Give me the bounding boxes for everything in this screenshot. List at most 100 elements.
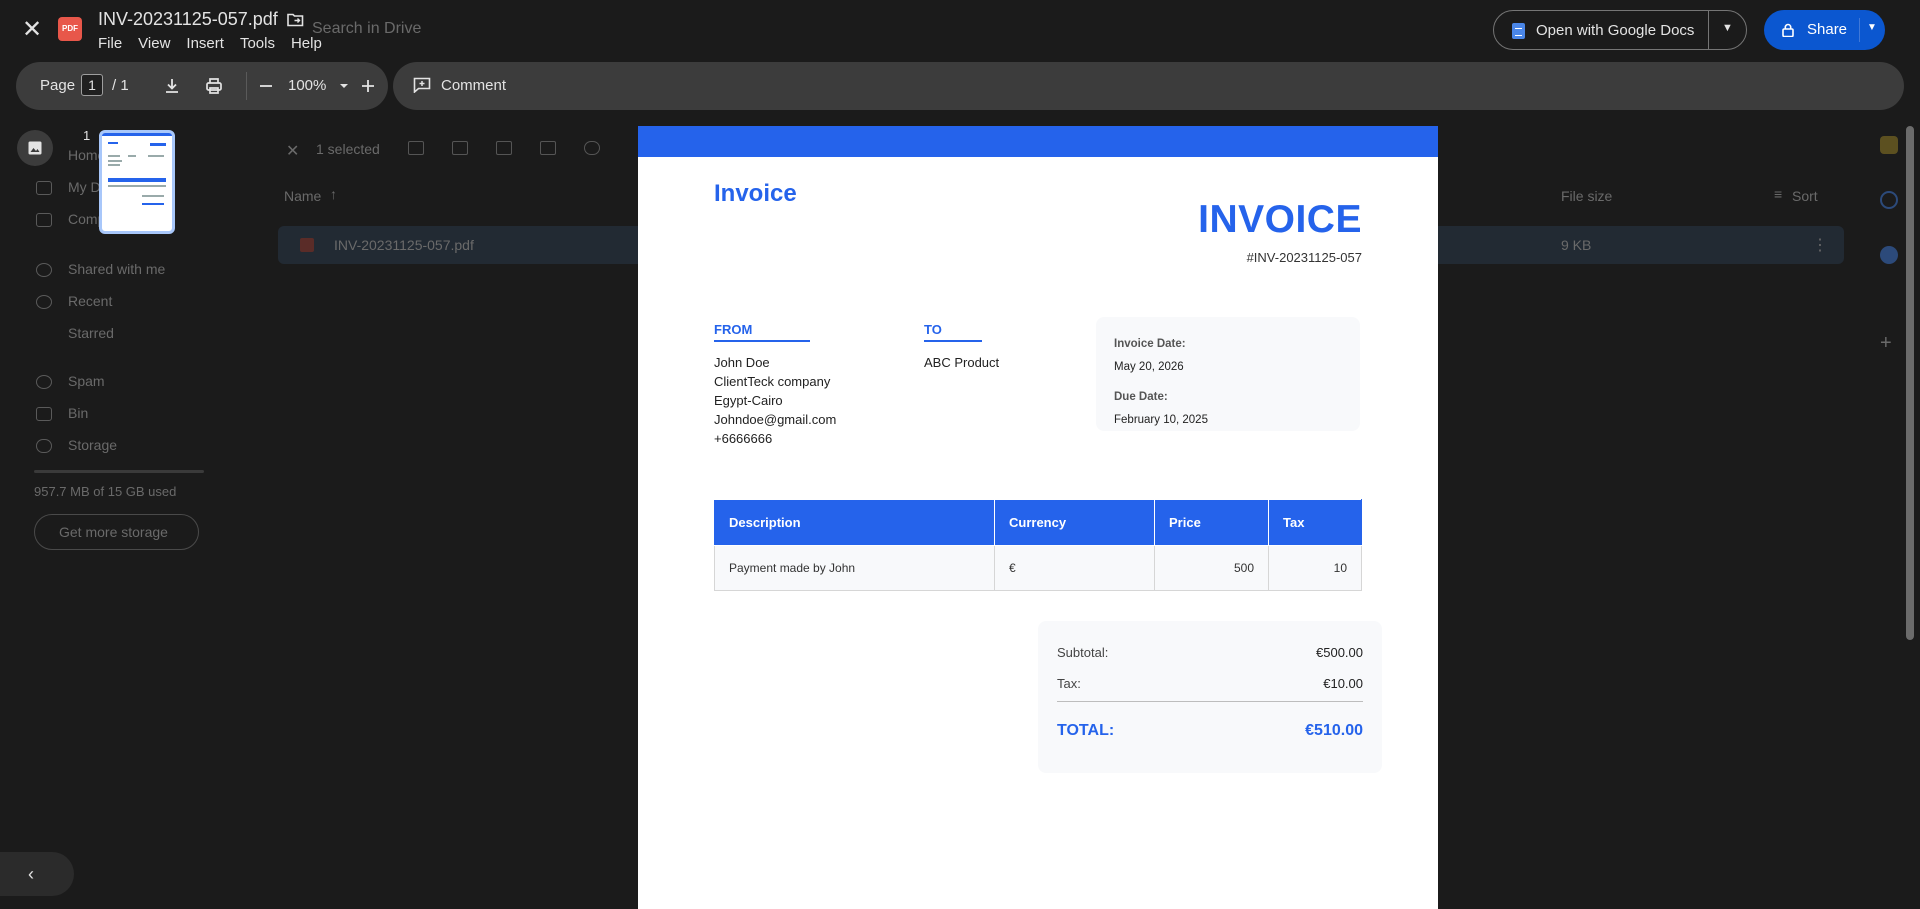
thumbnail-page-number: 1 <box>83 128 91 143</box>
tax-value: €10.00 <box>1323 676 1363 691</box>
drive-nav-spam: Spam <box>68 373 105 389</box>
drive-col-file-size: File size <box>1561 188 1613 204</box>
drive-nav-shared: Shared with me <box>68 261 166 277</box>
from-line: ClientTeck company <box>714 374 831 389</box>
menu-view[interactable]: View <box>138 35 170 52</box>
drive-contacts-icon <box>1880 246 1898 264</box>
to-address: ABC Product <box>924 353 999 372</box>
from-line: Egypt-Cairo <box>714 393 783 408</box>
menu-file[interactable]: File <box>98 35 122 52</box>
download-icon[interactable] <box>160 74 184 98</box>
viewer-topbar: ✕ PDF INV-20231125-057.pdf File View Ins… <box>0 0 1920 62</box>
comment-bar: Comment <box>393 62 1904 110</box>
add-comment-icon[interactable] <box>413 77 431 93</box>
thumbnail-line <box>142 203 164 205</box>
drive-col-name: Name <box>284 188 322 204</box>
total-label: TOTAL: <box>1057 722 1115 739</box>
drive-nav-storage: Storage <box>68 437 118 453</box>
dates-box: Invoice Date: May 20, 2026 Due Date: Feb… <box>1096 317 1360 431</box>
scrollbar-thumb[interactable] <box>1906 126 1914 640</box>
to-line: ABC Product <box>924 355 1000 370</box>
invoice-heading-small: Invoice <box>714 180 797 207</box>
open-with-divider <box>1708 11 1709 49</box>
drive-spam-icon <box>36 375 52 389</box>
document-title[interactable]: INV-20231125-057.pdf <box>98 9 278 30</box>
drive-sort-label: Sort <box>1792 188 1818 204</box>
image-icon <box>28 141 42 155</box>
drive-nav-bin: Bin <box>68 405 89 421</box>
invoice-number: #INV-20231125-057 <box>1246 250 1362 265</box>
totals-box: Subtotal: €500.00 Tax: €10.00 TOTAL: €51… <box>1038 621 1382 773</box>
to-heading: TO <box>924 322 982 342</box>
zoom-out-icon[interactable] <box>254 74 278 98</box>
drive-keep-icon <box>1880 136 1898 154</box>
drive-nav-recent: Recent <box>68 293 113 309</box>
move-to-folder-icon[interactable] <box>287 12 304 27</box>
open-with-label: Open with Google Docs <box>1536 22 1695 39</box>
open-with-google-docs-button[interactable]: Open with Google Docs ▼ <box>1493 10 1747 50</box>
share-dropdown-icon[interactable]: ▼ <box>1867 22 1877 33</box>
tax-label: Tax: <box>1057 676 1081 691</box>
page-number-input[interactable]: 1 <box>81 74 103 96</box>
thumbnail-line <box>142 195 164 197</box>
table-row: Payment made by John € 500 10 <box>714 545 1362 591</box>
thumbnail-line <box>108 155 120 157</box>
from-line: +6666666 <box>714 431 773 446</box>
collapse-panel-button[interactable]: ‹ <box>0 852 74 896</box>
thumbnails-toggle-button[interactable] <box>17 130 53 166</box>
page-label: Page <box>40 77 76 94</box>
thumbnail-line <box>108 185 166 187</box>
zoom-in-icon[interactable] <box>356 74 380 98</box>
total-value: €510.00 <box>1305 722 1363 739</box>
invoice-items-table: Description Currency Price Tax Payment m… <box>714 499 1362 591</box>
menu-insert[interactable]: Insert <box>186 35 224 52</box>
menu-tools[interactable]: Tools <box>240 35 275 52</box>
drive-row-more-icon: ⋮ <box>1812 237 1828 254</box>
from-heading: FROM <box>714 322 810 342</box>
close-viewer-button[interactable]: ✕ <box>14 14 50 46</box>
print-icon[interactable] <box>202 74 226 98</box>
zoom-level[interactable]: 100% <box>288 77 326 94</box>
drive-row-size: 9 KB <box>1561 237 1592 253</box>
page-thumbnail[interactable] <box>99 130 175 234</box>
header-currency: Currency <box>994 499 1155 546</box>
header-price: Price <box>1154 499 1269 546</box>
zoom-dropdown-icon[interactable] <box>332 74 356 98</box>
menu-help[interactable]: Help <box>291 35 322 52</box>
share-divider <box>1859 18 1860 42</box>
share-button[interactable]: Share ▼ <box>1764 10 1885 50</box>
invoice-date-label: Invoice Date: <box>1114 338 1186 350</box>
drive-row-name: INV-20231125-057.pdf <box>334 237 474 253</box>
drive-storage-bar <box>34 470 204 473</box>
pdf-page: Invoice INVOICE #INV-20231125-057 FROM J… <box>638 126 1438 909</box>
from-address: John Doe ClientTeck company Egypt-Cairo … <box>714 353 836 448</box>
open-with-dropdown-icon[interactable]: ▼ <box>1722 22 1733 34</box>
drive-clear-selection-icon: ✕ <box>286 143 300 160</box>
drive-tasks-icon <box>1880 191 1898 209</box>
cell-currency: € <box>994 545 1155 591</box>
due-date-label: Due Date: <box>1114 391 1168 403</box>
share-label: Share <box>1807 21 1848 38</box>
drive-bin-icon <box>36 407 52 421</box>
drive-shared-icon <box>36 263 52 277</box>
thumbnail-top-band <box>102 133 172 136</box>
drive-share-user-icon <box>408 141 424 155</box>
totals-divider <box>1057 701 1363 702</box>
cell-tax: 10 <box>1268 545 1362 591</box>
invoice-top-band <box>638 126 1438 157</box>
thumbnail-line <box>108 142 118 144</box>
lock-icon <box>1782 23 1794 37</box>
subtotal-value: €500.00 <box>1316 645 1363 660</box>
drive-download-icon <box>452 141 468 155</box>
drive-addon-plus-icon: + <box>1880 332 1892 354</box>
drive-nav-starred: Starred <box>68 325 114 341</box>
drive-row-pdf-icon <box>300 238 314 252</box>
thumbnail-line <box>150 143 166 146</box>
drive-link-icon <box>584 141 600 155</box>
menu-bar: File View Insert Tools Help <box>98 35 338 52</box>
drive-trash-icon <box>540 141 556 155</box>
comment-label[interactable]: Comment <box>441 77 506 94</box>
drive-selection-count: 1 selected <box>316 141 380 157</box>
thumbnail-line <box>108 178 166 182</box>
table-header-row: Description Currency Price Tax <box>714 499 1362 546</box>
